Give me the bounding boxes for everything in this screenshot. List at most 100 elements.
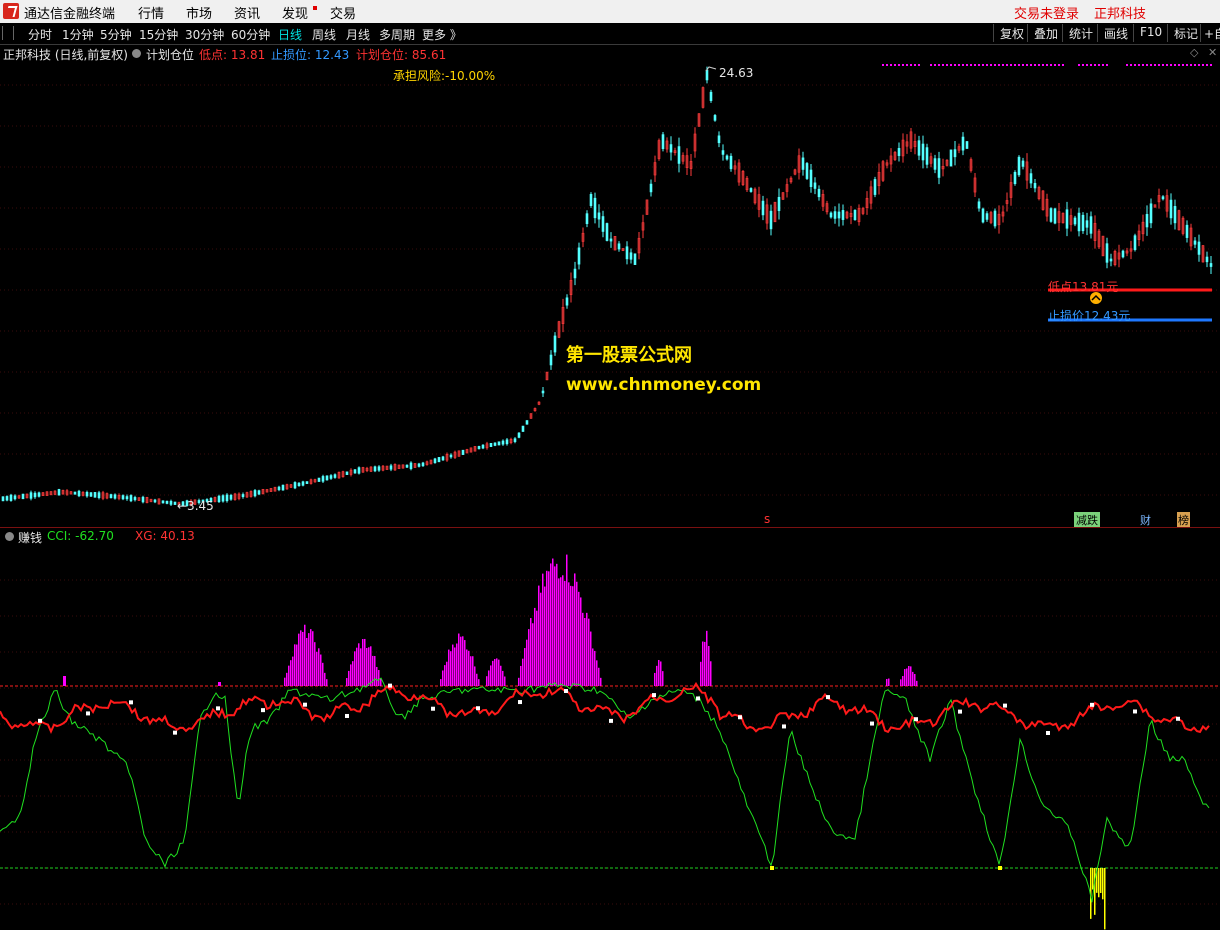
candle-body xyxy=(649,183,653,193)
signal-dot xyxy=(1034,64,1036,66)
signal-dot xyxy=(1198,64,1200,66)
histogram-bar xyxy=(520,665,522,686)
down-badge[interactable]: 减跌 xyxy=(1074,512,1100,528)
candle-body xyxy=(409,462,413,470)
signal-dot xyxy=(1106,64,1108,66)
histogram-bar xyxy=(662,671,664,686)
candle-body xyxy=(729,155,733,170)
xg-line xyxy=(0,681,1210,734)
histogram-bar xyxy=(496,658,498,686)
histogram-bar xyxy=(564,580,566,686)
candle-body xyxy=(801,157,805,170)
histogram-bar xyxy=(460,636,462,686)
signal-dot xyxy=(1006,64,1008,66)
signal-dot xyxy=(970,64,972,66)
histogram-bar xyxy=(462,636,464,686)
candle-body xyxy=(33,492,37,498)
signal-dot xyxy=(986,64,988,66)
candle-body xyxy=(589,194,593,206)
candle-body xyxy=(141,496,145,503)
candle-body xyxy=(977,201,981,209)
histogram-bar xyxy=(472,656,474,686)
xg-marker xyxy=(958,709,962,714)
signal-dot xyxy=(1202,64,1204,66)
signal-dot xyxy=(1038,64,1040,66)
candle-body xyxy=(525,420,529,425)
cci-line xyxy=(0,677,1210,903)
candle-body xyxy=(553,335,557,353)
xg-marker xyxy=(1176,716,1180,721)
histogram-bar xyxy=(486,676,488,686)
histogram-bar xyxy=(582,612,584,686)
candle-body xyxy=(669,144,673,153)
signal-dot xyxy=(1134,64,1136,66)
xg-marker xyxy=(476,706,480,711)
histogram-bar xyxy=(590,631,592,686)
panel-divider[interactable] xyxy=(0,527,1220,528)
xg-marker xyxy=(914,717,918,722)
histogram-bar xyxy=(522,658,524,686)
candle-body xyxy=(129,495,133,502)
candle-body xyxy=(725,155,729,160)
histogram-bar xyxy=(308,633,310,686)
histogram-bar xyxy=(518,677,520,686)
signal-dot xyxy=(1170,64,1172,66)
finance-badge[interactable]: 财 xyxy=(1140,512,1151,528)
candle-body xyxy=(805,163,809,179)
candle-body xyxy=(125,496,129,500)
histogram-bar xyxy=(916,680,918,686)
candle-body xyxy=(577,247,581,265)
signal-dot xyxy=(958,64,960,66)
signal-dot xyxy=(1162,64,1164,66)
histogram-bar xyxy=(452,644,454,686)
candle-body xyxy=(541,390,545,394)
histogram-bar xyxy=(450,651,452,686)
histogram-bar xyxy=(358,643,360,686)
histogram-bar xyxy=(350,664,352,686)
candle-body xyxy=(1209,263,1213,267)
signal-dot xyxy=(1010,64,1012,66)
rank-badge[interactable]: 榜 xyxy=(1177,512,1190,528)
histogram-bar xyxy=(576,581,578,686)
xg-marker xyxy=(738,715,742,720)
candle-body xyxy=(305,481,309,484)
histogram-bar xyxy=(658,659,660,686)
candle-body xyxy=(1161,196,1165,200)
sub-indicator-name[interactable]: 赚钱 xyxy=(18,529,42,546)
histogram-bar xyxy=(318,648,320,686)
histogram-bar xyxy=(598,667,600,686)
candle-body xyxy=(1049,208,1053,222)
candle-body xyxy=(217,495,221,503)
histogram-bar xyxy=(536,610,538,686)
candle-body xyxy=(629,252,633,260)
signal-dot xyxy=(934,64,936,66)
xg-marker xyxy=(345,713,349,718)
histogram-bar xyxy=(490,665,492,686)
histogram-bar xyxy=(708,645,710,686)
candle-body xyxy=(981,208,985,223)
candle-body xyxy=(809,169,813,187)
candle-body xyxy=(713,115,717,121)
histogram-bar xyxy=(528,629,530,686)
histogram-bar xyxy=(306,637,308,686)
xg-marker xyxy=(38,718,42,723)
candle-body xyxy=(461,449,465,455)
candle-body xyxy=(57,489,61,496)
signal-dot xyxy=(1178,64,1180,66)
xg-marker xyxy=(1090,702,1094,707)
histogram-bar xyxy=(904,669,906,686)
histogram-bar xyxy=(706,630,708,686)
candle-body xyxy=(597,212,601,220)
candle-body xyxy=(1077,212,1081,232)
candle-body xyxy=(21,493,25,500)
histogram-bar xyxy=(346,678,348,686)
candle-body xyxy=(513,438,517,443)
signal-dot xyxy=(1126,64,1128,66)
candle-body xyxy=(73,491,77,495)
cci-low-dot xyxy=(770,866,774,870)
watermark-title: 第一股票公式网 xyxy=(566,345,692,366)
candle-body xyxy=(993,210,997,227)
sub-indicator-menu-icon[interactable] xyxy=(5,532,14,541)
candle-body xyxy=(1205,256,1209,263)
candle-body xyxy=(841,210,845,220)
